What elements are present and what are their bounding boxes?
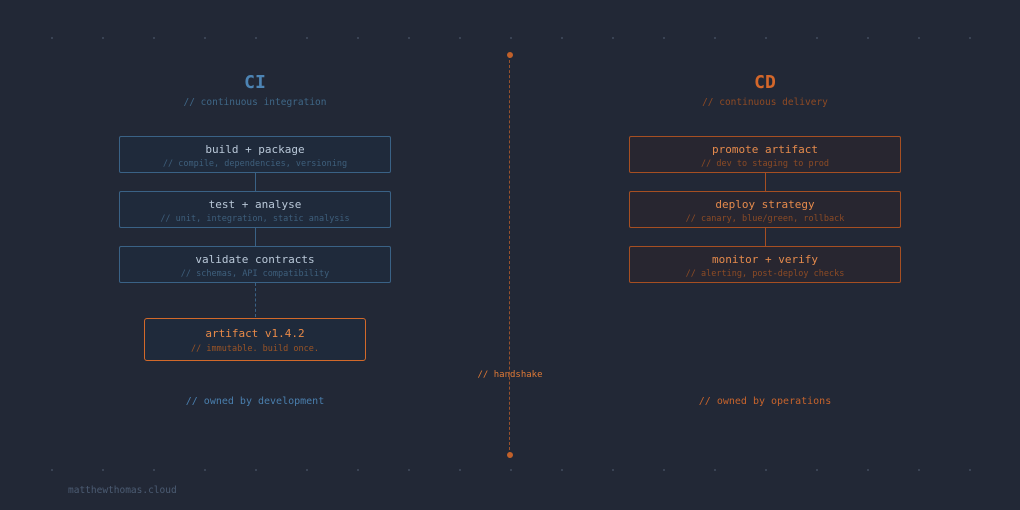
stage-desc: // alerting, post-deploy checks: [685, 269, 845, 279]
cd-stage-monitor: monitor + verify // alerting, post-deplo…: [629, 246, 901, 283]
grid-dot: [153, 37, 155, 39]
stage-desc: // compile, dependencies, versioning: [162, 159, 348, 169]
handshake-label: // handshake: [477, 370, 543, 380]
grid-dot: [969, 469, 971, 471]
grid-dot: [102, 469, 104, 471]
grid-dot: [714, 37, 716, 39]
grid-dot: [459, 469, 461, 471]
grid-dot: [255, 37, 257, 39]
ci-connector: [255, 228, 256, 246]
artifact-box: artifact v1.4.2 // immutable. build once…: [144, 318, 366, 361]
grid-dot: [918, 37, 920, 39]
stage-desc: // canary, blue/green, rollback: [685, 214, 845, 224]
ci-artifact-connector: [255, 283, 256, 317]
grid-dot: [357, 469, 359, 471]
grid-dot: [204, 37, 206, 39]
top-dot-row: [0, 37, 1020, 39]
cd-subtitle: // continuous delivery: [702, 97, 828, 108]
grid-dot: [204, 469, 206, 471]
stage-label: deploy strategy: [715, 198, 815, 211]
stage-desc: // schemas, API compatibility: [180, 269, 330, 279]
artifact-label: artifact v1.4.2: [205, 327, 305, 340]
ci-subtitle: // continuous integration: [183, 97, 327, 108]
grid-dot: [969, 37, 971, 39]
grid-dot: [765, 469, 767, 471]
divider-bottom-endpoint: [507, 452, 513, 458]
grid-dot: [255, 469, 257, 471]
ci-owner-label: // owned by development: [185, 396, 325, 407]
bottom-dot-row: [0, 469, 1020, 471]
footer-site-label: matthewthomas.cloud: [68, 485, 177, 496]
ci-title: CI: [244, 72, 266, 93]
grid-dot: [510, 37, 512, 39]
cd-owner-label: // owned by operations: [698, 396, 832, 407]
grid-dot: [459, 37, 461, 39]
grid-dot: [408, 469, 410, 471]
grid-dot: [306, 37, 308, 39]
cd-connector: [765, 228, 766, 246]
ci-stage-test: test + analyse // unit, integration, sta…: [119, 191, 391, 228]
grid-dot: [816, 37, 818, 39]
stage-label: monitor + verify: [712, 253, 818, 266]
cd-connector: [765, 173, 766, 191]
grid-dot: [561, 37, 563, 39]
stage-label: build + package: [205, 143, 305, 156]
grid-dot: [153, 469, 155, 471]
cd-stage-promote: promote artifact // dev to staging to pr…: [629, 136, 901, 173]
grid-dot: [561, 469, 563, 471]
grid-dot: [765, 37, 767, 39]
stage-label: validate contracts: [195, 253, 315, 266]
grid-dot: [306, 469, 308, 471]
grid-dot: [51, 469, 53, 471]
ci-connector: [255, 173, 256, 191]
grid-dot: [51, 37, 53, 39]
grid-dot: [357, 37, 359, 39]
handshake-divider: [509, 55, 510, 455]
cd-title: CD: [754, 72, 776, 93]
grid-dot: [867, 37, 869, 39]
stage-label: promote artifact: [712, 143, 818, 156]
ci-stage-build: build + package // compile, dependencies…: [119, 136, 391, 173]
grid-dot: [816, 469, 818, 471]
stage-label: test + analyse: [208, 198, 302, 211]
artifact-desc: // immutable. build once.: [191, 344, 319, 354]
cd-stage-deploy: deploy strategy // canary, blue/green, r…: [629, 191, 901, 228]
grid-dot: [714, 469, 716, 471]
grid-dot: [867, 469, 869, 471]
divider-top-endpoint: [507, 52, 513, 58]
stage-desc: // dev to staging to prod: [701, 159, 829, 169]
grid-dot: [918, 469, 920, 471]
stage-desc: // unit, integration, static analysis: [160, 214, 350, 224]
grid-dot: [612, 37, 614, 39]
grid-dot: [408, 37, 410, 39]
grid-dot: [510, 469, 512, 471]
ci-stage-validate: validate contracts // schemas, API compa…: [119, 246, 391, 283]
grid-dot: [102, 37, 104, 39]
grid-dot: [663, 37, 665, 39]
grid-dot: [663, 469, 665, 471]
grid-dot: [612, 469, 614, 471]
